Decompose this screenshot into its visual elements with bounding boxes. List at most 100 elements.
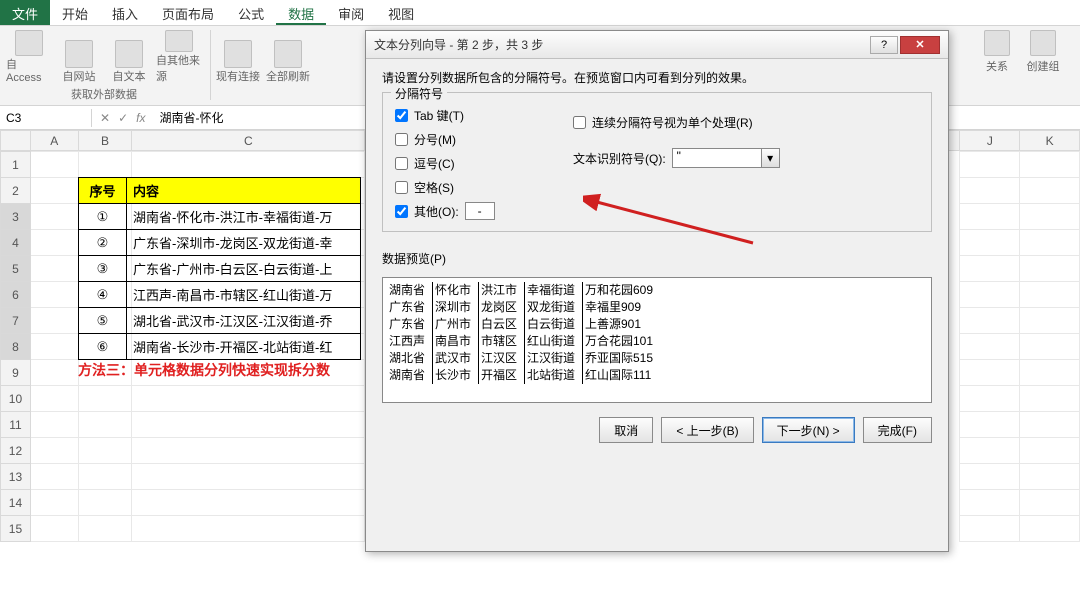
btn-relations[interactable]: 关系	[974, 30, 1020, 74]
label-comma: 逗号(C)	[414, 155, 455, 172]
help-button[interactable]: ?	[870, 36, 898, 54]
text-to-columns-dialog: 文本分列向导 - 第 2 步，共 3 步 ? ✕ 请设置分列数据所包含的分隔符号…	[365, 30, 949, 552]
tab-insert[interactable]: 插入	[100, 0, 150, 25]
web-icon	[65, 40, 93, 68]
header-seq: 序号	[79, 178, 127, 204]
preview-line: 湖北省武汉市江汉区江汉街道乔亚国际515	[389, 350, 925, 367]
table-row-content[interactable]: 广东省-广州市-白云区-白云街道-上	[127, 256, 361, 282]
row-header[interactable]: 10	[1, 386, 31, 412]
label-qualifier: 文本识别符号(Q):	[573, 150, 666, 167]
row-header[interactable]: 13	[1, 464, 31, 490]
tab-data[interactable]: 数据	[276, 0, 326, 25]
accept-formula-icon[interactable]: ✓	[118, 111, 128, 125]
row-header[interactable]: 8	[1, 334, 31, 360]
col-C[interactable]: C	[132, 131, 365, 151]
relations-icon	[984, 30, 1010, 56]
table-row-seq[interactable]: ④	[79, 282, 127, 308]
table-row-content[interactable]: 江西声-南昌市-市辖区-红山街道-万	[127, 282, 361, 308]
delimiter-fieldset: 分隔符号 Tab 键(T) 分号(M) 逗号(C) 空格(S) 其他(O): -…	[382, 92, 932, 232]
col-K[interactable]: K	[1020, 131, 1080, 151]
checkbox-consecutive[interactable]	[573, 116, 586, 129]
row-header[interactable]: 7	[1, 308, 31, 334]
row-header[interactable]: 15	[1, 516, 31, 542]
table-row-seq[interactable]: ②	[79, 230, 127, 256]
row-header[interactable]: 2	[1, 178, 31, 204]
dialog-titlebar[interactable]: 文本分列向导 - 第 2 步，共 3 步 ? ✕	[366, 31, 948, 59]
close-button[interactable]: ✕	[900, 36, 940, 54]
qualifier-select[interactable]: "	[672, 148, 762, 168]
label-other: 其他(O):	[414, 203, 459, 220]
preview-line: 湖南省长沙市开福区北站街道红山国际111	[389, 367, 925, 384]
dialog-title: 文本分列向导 - 第 2 步，共 3 步	[374, 36, 543, 53]
table-row-content[interactable]: 湖南省-长沙市-开福区-北站街道-红	[127, 334, 361, 360]
btn-from-text[interactable]: 自文本	[106, 30, 152, 84]
other-delimiter-input[interactable]: -	[465, 202, 495, 220]
text-icon	[115, 40, 143, 68]
preview-line: 广东省深圳市龙岗区双龙街道幸福里909	[389, 299, 925, 316]
tab-view[interactable]: 视图	[376, 0, 426, 25]
formula-buttons: ✕ ✓ fx	[92, 111, 153, 125]
table-row-seq[interactable]: ③	[79, 256, 127, 282]
row-header[interactable]: 3	[1, 204, 31, 230]
table-row-seq[interactable]: ①	[79, 204, 127, 230]
refresh-icon	[274, 40, 302, 68]
btn-existing-conn[interactable]: 现有连接	[215, 30, 261, 84]
label-space: 空格(S)	[414, 179, 454, 196]
checkbox-tab[interactable]	[395, 109, 408, 122]
col-B[interactable]: B	[78, 131, 132, 151]
row-header[interactable]: 6	[1, 282, 31, 308]
label-tab: Tab 键(T)	[414, 107, 464, 124]
back-button[interactable]: < 上一步(B)	[661, 417, 753, 443]
row-header[interactable]: 5	[1, 256, 31, 282]
row-header[interactable]: 4	[1, 230, 31, 256]
table-row-content[interactable]: 湖南省-怀化市-洪江市-幸福街道-万	[127, 204, 361, 230]
row-header[interactable]: 11	[1, 412, 31, 438]
row-header[interactable]: 9	[1, 360, 31, 386]
delimiter-legend: 分隔符号	[391, 85, 447, 102]
tab-file[interactable]: 文件	[0, 0, 50, 25]
table-row-content[interactable]: 湖北省-武汉市-江汉区-江汉街道-乔	[127, 308, 361, 334]
col-J[interactable]: J	[960, 131, 1020, 151]
tab-layout[interactable]: 页面布局	[150, 0, 226, 25]
connection-icon	[224, 40, 252, 68]
row-header[interactable]: 14	[1, 490, 31, 516]
fx-icon[interactable]: fx	[136, 111, 145, 125]
table-row-seq[interactable]: ⑤	[79, 308, 127, 334]
ribbon-group-outline: 关系 创建组	[970, 26, 1080, 106]
name-box[interactable]: C3	[0, 109, 92, 127]
cancel-formula-icon[interactable]: ✕	[100, 111, 110, 125]
btn-refresh-all[interactable]: 全部刷新	[265, 30, 311, 84]
checkbox-comma[interactable]	[395, 157, 408, 170]
btn-from-web[interactable]: 自网站	[56, 30, 102, 84]
btn-create-group[interactable]: 创建组	[1020, 30, 1066, 74]
checkbox-space[interactable]	[395, 181, 408, 194]
ribbon-separator	[210, 30, 211, 100]
dialog-instruction: 请设置分列数据所包含的分隔符号。在预览窗口内可看到分列的效果。	[382, 69, 932, 86]
table-row-seq[interactable]: ⑥	[79, 334, 127, 360]
row-header[interactable]: 12	[1, 438, 31, 464]
finish-button[interactable]: 完成(F)	[863, 417, 932, 443]
tab-formula[interactable]: 公式	[226, 0, 276, 25]
cancel-button[interactable]: 取消	[599, 417, 653, 443]
tab-review[interactable]: 审阅	[326, 0, 376, 25]
checkbox-semicolon[interactable]	[395, 133, 408, 146]
qualifier-dropdown-icon[interactable]: ▾	[762, 148, 780, 168]
row-header[interactable]: 1	[1, 152, 31, 178]
preview-line: 广东省广州市白云区白云街道上善源901	[389, 316, 925, 333]
menu-tabs: 文件 开始 插入 页面布局 公式 数据 审阅 视图	[0, 0, 1080, 26]
group-icon	[1030, 30, 1056, 56]
btn-from-other[interactable]: 自其他来源	[156, 30, 202, 84]
preview-line: 江西声南昌市市辖区红山街道万合花园101	[389, 333, 925, 350]
data-table: 序号内容 ①湖南省-怀化市-洪江市-幸福街道-万②广东省-深圳市-龙岗区-双龙街…	[78, 177, 361, 360]
access-icon	[15, 30, 43, 56]
tab-home[interactable]: 开始	[50, 0, 100, 25]
checkbox-other[interactable]	[395, 205, 408, 218]
btn-from-access[interactable]: 自 Access	[6, 30, 52, 84]
ribbon-group-external: 自 Access 自网站 自文本 自其他来源 获取外部数据	[6, 30, 202, 101]
next-button[interactable]: 下一步(N) >	[762, 417, 855, 443]
select-all-corner[interactable]	[1, 131, 31, 151]
table-row-content[interactable]: 广东省-深圳市-龙岗区-双龙街道-幸	[127, 230, 361, 256]
preview-box[interactable]: 湖南省怀化市洪江市幸福街道万和花园609广东省深圳市龙岗区双龙街道幸福里909广…	[382, 277, 932, 403]
col-A[interactable]: A	[30, 131, 78, 151]
header-content: 内容	[127, 178, 361, 204]
